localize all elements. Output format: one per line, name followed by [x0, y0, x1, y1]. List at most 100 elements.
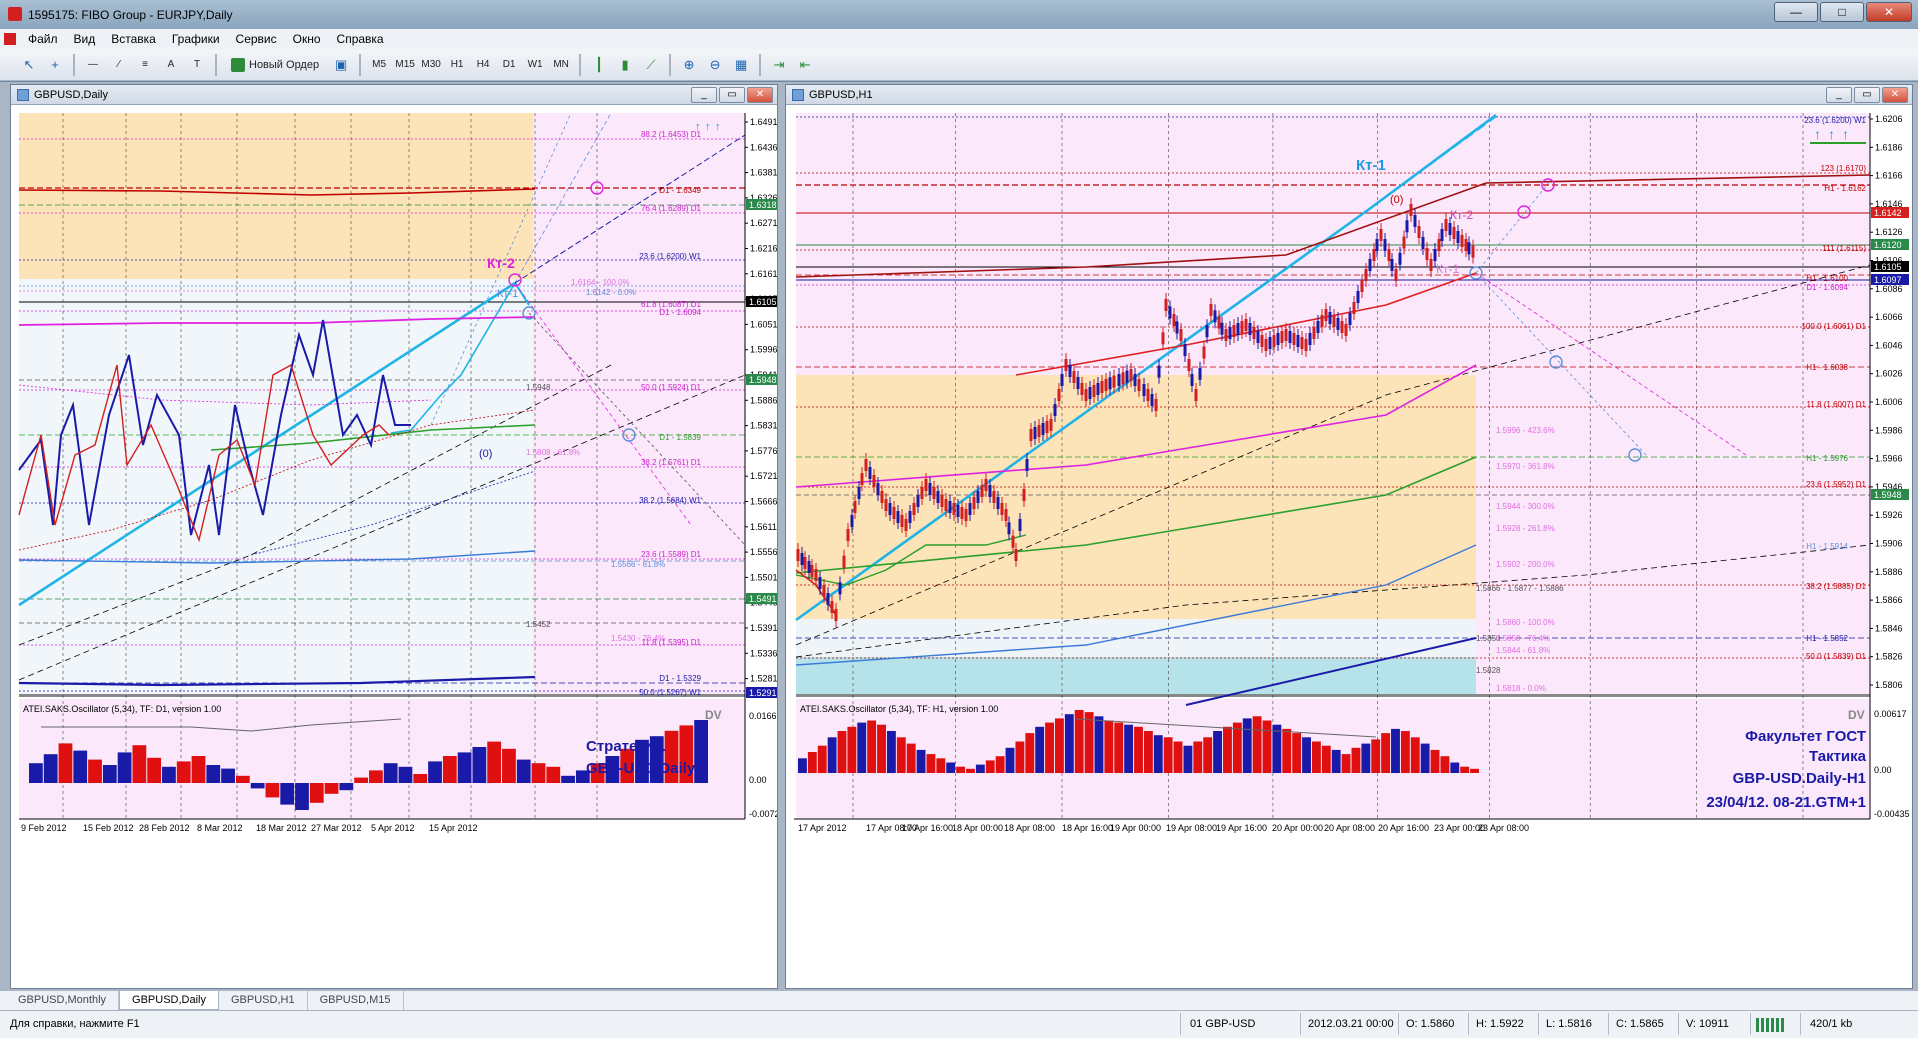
chart-close-button[interactable]: ✕ [1882, 86, 1908, 103]
tile-windows-icon[interactable]: ▦ [730, 54, 752, 76]
chart-window-gbpusd-h1[interactable]: GBPUSD,H1 _ ▭ ✕ 1.6206 1.6186 1.6166 1.6146 1.… [785, 84, 1913, 989]
label-tool[interactable]: T [186, 54, 208, 76]
candle-body [892, 507, 896, 519]
osc-bar [1134, 726, 1143, 773]
tab-gbpusd-daily[interactable]: GBPUSD,Daily [119, 991, 219, 1010]
up-arrow-icon: ↑ [1814, 126, 1821, 142]
toolbar-separator [215, 53, 217, 76]
price-badge-label: 1.5948 [749, 375, 777, 385]
osc-bar [995, 756, 1005, 773]
candle-body [988, 485, 992, 497]
minimize-button[interactable]: — [1774, 2, 1818, 22]
mdi-icon [4, 33, 16, 45]
chart-restore-button[interactable]: ▭ [719, 86, 745, 103]
tf-d1[interactable]: D1 [498, 54, 520, 76]
candle-body [1004, 509, 1008, 521]
tf-m5[interactable]: M5 [368, 54, 390, 76]
tf-mn[interactable]: MN [550, 54, 572, 76]
osc-bar [906, 743, 916, 773]
level-label: 50.0 (1.5267) W1 [639, 688, 701, 697]
osc-bar [1232, 722, 1242, 773]
trendline-tool[interactable]: ⁄ [108, 54, 130, 76]
osc-bar [29, 763, 43, 783]
menu-file[interactable]: Файл [20, 32, 66, 46]
candle-body [1264, 339, 1268, 351]
menu-insert[interactable]: Вставка [103, 32, 164, 46]
osc-bar [1450, 762, 1460, 773]
autoscroll-icon[interactable]: ⇥ [768, 54, 790, 76]
up-arrow-icon: ↑ [705, 121, 711, 133]
zoom-out-icon[interactable]: ⊖ [704, 54, 726, 76]
axis-price-label: 1.6066 [1875, 312, 1903, 322]
tactic-line-1: Факультет ГОСТ [1745, 728, 1866, 745]
channel-tool[interactable]: ≡ [134, 54, 156, 76]
candle-body [1433, 249, 1437, 261]
level-label: H1 - 1.6038 [1806, 363, 1848, 372]
menu-help[interactable]: Справка [329, 32, 392, 46]
osc-bar [295, 783, 309, 810]
tf-m15[interactable]: M15 [394, 54, 416, 76]
window-titlebar: 1595175: FIBO Group - EURJPY,Daily — □ ✕ [0, 0, 1918, 29]
tf-w1[interactable]: W1 [524, 54, 546, 76]
chart-window-gbpusd-daily[interactable]: GBPUSD,Daily _ ▭ ✕ 1.6491 1.6436 1.6381 1.632… [10, 84, 778, 989]
candle-body [948, 501, 952, 513]
menu-charts[interactable]: Графики [164, 32, 228, 46]
osc-bar [926, 754, 936, 773]
axis-price-label: 1.5556 [750, 547, 777, 557]
maximize-button[interactable]: □ [1820, 2, 1864, 22]
tf-h4[interactable]: H4 [472, 54, 494, 76]
date-label: 28 Feb 2012 [139, 823, 190, 833]
chart-minimize-button[interactable]: _ [1826, 86, 1852, 103]
close-button[interactable]: ✕ [1866, 2, 1912, 22]
chart-restore-button[interactable]: ▭ [1854, 86, 1880, 103]
osc-bar [1321, 745, 1331, 773]
chart-canvas[interactable]: 1.62061.61861.61661.61461.61261.61061.60… [786, 105, 1912, 988]
candle-body [1280, 331, 1284, 343]
candle-body [1037, 425, 1041, 437]
candle-body [1409, 204, 1413, 216]
osc-bar [487, 741, 502, 783]
new-order-button[interactable]: Новый Ордер [224, 54, 326, 76]
chart-shift-icon[interactable]: ⇤ [794, 54, 816, 76]
hline-tool[interactable]: — [82, 54, 104, 76]
zoom-in-icon[interactable]: ⊕ [678, 54, 700, 76]
candle-body [980, 485, 984, 497]
menu-tools[interactable]: Сервис [228, 32, 285, 46]
axis-price-label: 1.5336 [750, 648, 777, 658]
cursor-tool[interactable]: ↖ [18, 54, 40, 76]
osc-bar [1183, 745, 1193, 773]
tf-h1[interactable]: H1 [446, 54, 468, 76]
osc-bar [1331, 749, 1341, 773]
tab-gbpusd-monthly[interactable]: GBPUSD,Monthly [6, 991, 120, 1010]
navigator-icon[interactable]: ▣ [330, 54, 352, 76]
tf-m30[interactable]: M30 [420, 54, 442, 76]
chart-close-button[interactable]: ✕ [747, 86, 773, 103]
candle-body [800, 553, 804, 565]
level-label: D1 - 1.6349 [659, 186, 701, 195]
osc-bar [1381, 733, 1391, 773]
osc-axis-bottom: -0.00435 [1874, 809, 1910, 819]
chart-minimize-button[interactable]: _ [691, 86, 717, 103]
line-chart-icon[interactable]: ⟋ [640, 54, 662, 76]
candle-chart-icon[interactable]: ▮ [614, 54, 636, 76]
osc-bar [102, 765, 117, 783]
tab-gbpusd-m15[interactable]: GBPUSD,M15 [308, 991, 404, 1010]
axis-price-label: 1.5501 [750, 572, 777, 582]
tab-gbpusd-h1[interactable]: GBPUSD,H1 [219, 991, 308, 1010]
osc-bar [162, 766, 176, 783]
date-label: 17 Apr 16:00 [902, 823, 953, 833]
menu-view[interactable]: Вид [66, 32, 104, 46]
osc-bar [1391, 728, 1400, 773]
osc-bar [1005, 747, 1015, 773]
osc-bar [1282, 728, 1292, 773]
menu-window[interactable]: Окно [285, 32, 329, 46]
candle-body [1129, 369, 1133, 381]
text-tool[interactable]: A [160, 54, 182, 76]
crosshair-tool[interactable]: + [44, 54, 66, 76]
chart-canvas[interactable]: 1.64911.64361.63811.63261.62711.62161.61… [11, 105, 777, 988]
date-label: 15 Apr 2012 [429, 823, 478, 833]
bar-chart-icon[interactable]: ┃ [588, 54, 610, 76]
osc-bar [206, 765, 221, 783]
osc-bar [58, 743, 73, 783]
candle-body [940, 495, 944, 507]
